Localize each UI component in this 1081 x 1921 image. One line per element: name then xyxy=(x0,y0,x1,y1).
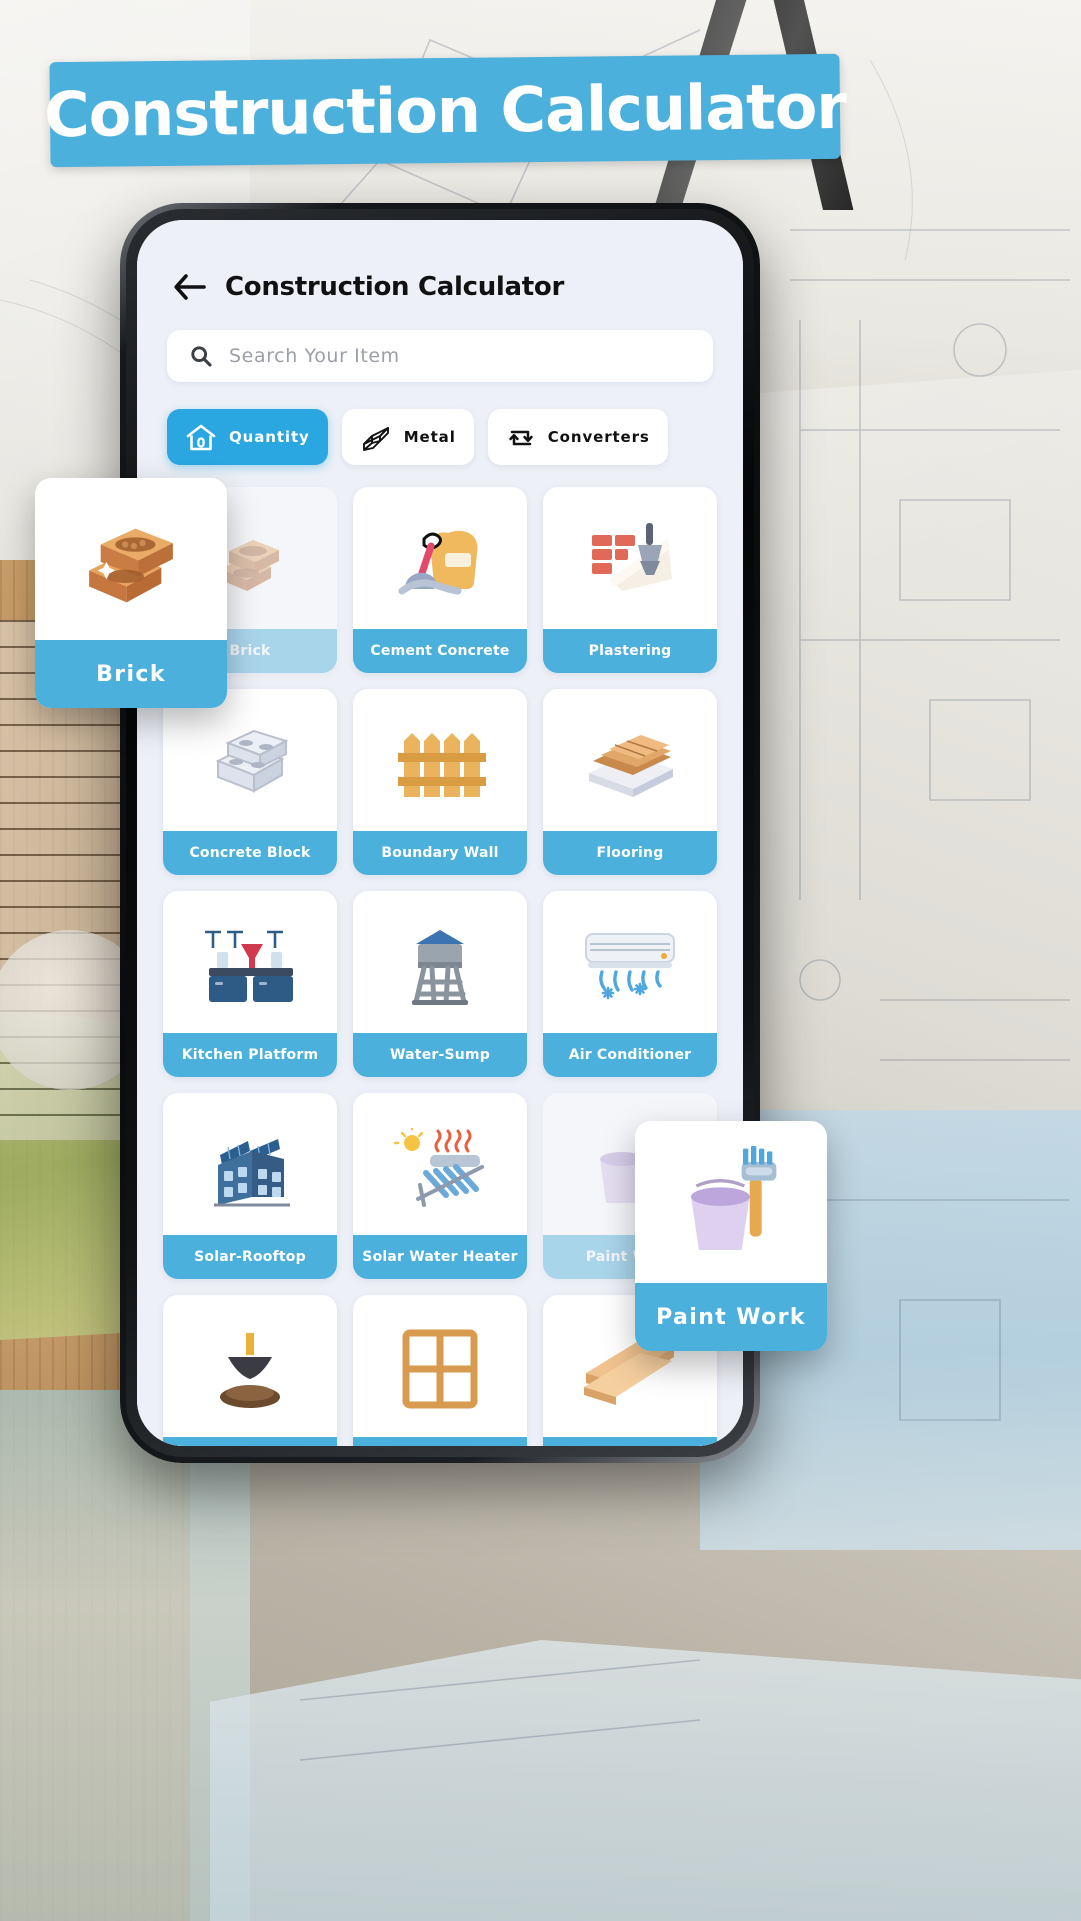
flooring-tiles-icon xyxy=(589,735,673,797)
tab-metal-label: Metal xyxy=(403,428,456,446)
card-art xyxy=(353,689,527,831)
card-label: Plastering xyxy=(543,629,717,673)
card-art xyxy=(353,1093,527,1235)
grid-card-plastering[interactable]: Plastering xyxy=(543,487,717,673)
grid-card-solar-water-heater[interactable]: Solar Water Heater xyxy=(353,1093,527,1279)
card-label: Solar-Rooftop xyxy=(163,1235,337,1279)
cement-bag-icon xyxy=(398,530,478,595)
search-bar[interactable]: Search Your Item xyxy=(167,330,713,382)
page-title-banner: Construction Calculator xyxy=(44,53,846,168)
card-art xyxy=(163,891,337,1033)
highlight-card-label: Brick xyxy=(35,640,227,708)
grid-card-solar-rooftop[interactable]: Solar-Rooftop xyxy=(163,1093,337,1279)
grid-card-concrete-block[interactable]: Concrete Block xyxy=(163,689,337,875)
convert-arrows-icon xyxy=(509,430,533,446)
card-label: Kitchen Platform xyxy=(163,1033,337,1077)
search-input[interactable]: Search Your Item xyxy=(229,345,400,367)
tab-converters-label: Converters xyxy=(547,428,650,446)
tab-converters[interactable]: Converters xyxy=(487,409,668,465)
kitchen-platform-icon xyxy=(205,930,293,1002)
grid-card-flooring[interactable]: Flooring xyxy=(543,689,717,875)
i-beam-icon xyxy=(362,427,389,451)
card-label: Air Conditioner xyxy=(543,1033,717,1077)
excavation-icon xyxy=(220,1333,280,1408)
card-label: Water-Sump xyxy=(353,1033,527,1077)
grid-card-water-sump[interactable]: Water-Sump xyxy=(353,891,527,1077)
card-art xyxy=(543,689,717,831)
air-conditioner-icon xyxy=(585,933,675,1000)
highlight-card-label: Paint Work xyxy=(635,1283,827,1351)
app-bar: Construction Calculator xyxy=(137,220,743,302)
highlight-card-brick[interactable]: Brick xyxy=(35,478,227,708)
card-art xyxy=(353,1295,527,1437)
card-label: Concrete Block xyxy=(163,831,337,875)
card-art xyxy=(35,478,227,640)
grid-card-boundary-wall[interactable]: Boundary Wall xyxy=(353,689,527,875)
home-icon xyxy=(186,424,216,451)
tab-quantity-label: Quantity xyxy=(229,428,310,446)
window-icon xyxy=(402,1329,478,1409)
highlight-card-paint-work[interactable]: Paint Work xyxy=(635,1121,827,1351)
card-art xyxy=(543,891,717,1033)
grid-card-cement-concrete[interactable]: Cement Concrete xyxy=(353,487,527,673)
card-label: Flooring xyxy=(543,831,717,875)
app-bar-title: Construction Calculator xyxy=(225,272,564,302)
search-icon xyxy=(191,346,212,367)
tab-quantity[interactable]: Quantity xyxy=(167,409,328,465)
card-label xyxy=(163,1437,337,1446)
card-label xyxy=(543,1437,717,1446)
concrete-block-icon xyxy=(215,729,289,793)
paint-bucket-icon xyxy=(691,1146,777,1250)
fence-icon xyxy=(398,733,486,797)
card-art xyxy=(353,891,527,1033)
plastering-trowel-icon xyxy=(592,523,672,591)
category-tabs: Quantity Metal Converters xyxy=(167,409,743,465)
grid-card-window[interactable] xyxy=(353,1295,527,1446)
water-tower-icon xyxy=(412,930,468,1005)
back-arrow-icon[interactable] xyxy=(173,273,207,301)
card-label: Solar Water Heater xyxy=(353,1235,527,1279)
card-label: Boundary Wall xyxy=(353,831,527,875)
card-art xyxy=(163,1295,337,1437)
brick-icon xyxy=(89,528,173,603)
grid-card-excavation[interactable] xyxy=(163,1295,337,1446)
grid-card-kitchen-platform[interactable]: Kitchen Platform xyxy=(163,891,337,1077)
grid-card-air-conditioner[interactable]: Air Conditioner xyxy=(543,891,717,1077)
card-art xyxy=(163,689,337,831)
card-art xyxy=(543,487,717,629)
card-label: Cement Concrete xyxy=(353,629,527,673)
page-title: Construction Calculator xyxy=(43,69,847,152)
card-art xyxy=(163,1093,337,1235)
card-art xyxy=(635,1121,827,1283)
solar-rooftop-icon xyxy=(214,1139,290,1207)
tab-metal[interactable]: Metal xyxy=(341,409,474,465)
solar-water-heater-icon xyxy=(393,1127,484,1207)
card-label xyxy=(353,1437,527,1446)
card-art xyxy=(353,487,527,629)
